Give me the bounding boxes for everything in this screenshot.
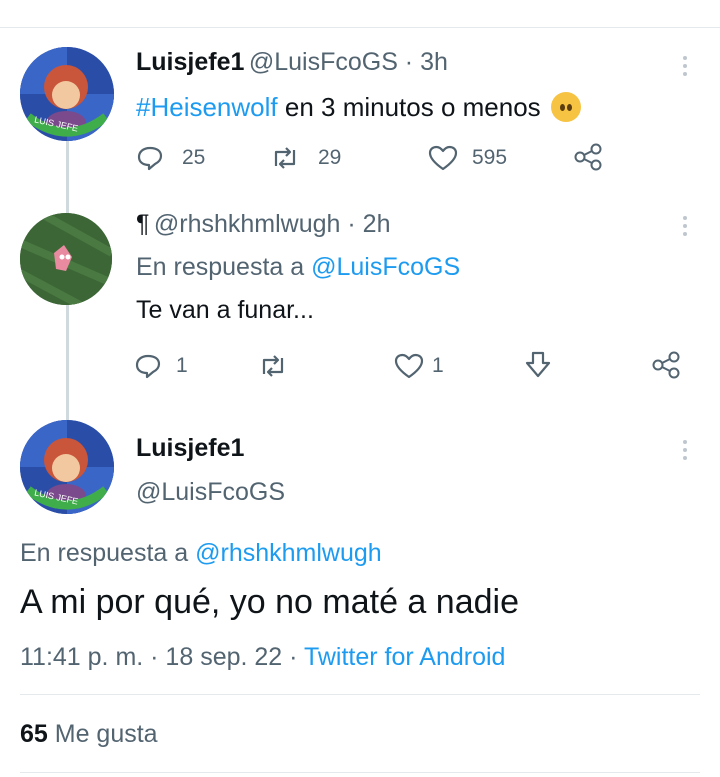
like-icon[interactable] (428, 144, 458, 172)
retweet-icon[interactable] (258, 352, 288, 380)
avatar[interactable] (20, 213, 112, 305)
handle-time[interactable]: @LuisFcoGS · 3h (249, 48, 448, 76)
tweet-text: Te van a funar... (136, 296, 314, 324)
reply-icon[interactable] (136, 144, 164, 172)
replying-to: En respuesta a @LuisFcoGS (136, 253, 461, 281)
like-count: 1 (432, 354, 444, 377)
avatar[interactable]: LUIS JEFE (20, 420, 114, 514)
avatar[interactable]: LUIS JEFE (20, 47, 114, 141)
handle-time[interactable]: @rhshkhmlwugh · 2h (154, 210, 391, 238)
timestamp-line: 11:41 p. m. · 18 sep. 22 · Twitter for A… (20, 643, 505, 672)
reply-icon[interactable] (134, 352, 162, 380)
more-options-icon[interactable] (682, 440, 688, 464)
thread-line (66, 138, 69, 216)
worried-face-icon (550, 92, 581, 123)
reply-count: 1 (176, 354, 188, 377)
divider (20, 772, 700, 773)
likes-label: Me gusta (47, 720, 158, 748)
replying-to-link[interactable]: @rhshkhmlwugh (195, 539, 382, 567)
thread-line (66, 302, 69, 420)
like-icon[interactable] (394, 352, 424, 380)
display-name[interactable]: Luisjefe1 (136, 48, 244, 76)
retweet-count: 29 (318, 146, 342, 169)
main-tweet-text: A mi por qué, yo no maté a nadie (20, 583, 519, 621)
avatar-image (20, 213, 112, 305)
tweet-header: ¶ @rhshkhmlwugh · 2h (136, 210, 390, 239)
replying-to-link[interactable]: @LuisFcoGS (311, 253, 460, 281)
tweet-header: Luisjefe1 @LuisFcoGS · 3h (136, 48, 448, 77)
share-icon[interactable] (572, 142, 604, 172)
likes-summary[interactable]: 65 Me gusta (20, 720, 158, 749)
replying-to: En respuesta a @rhshkhmlwugh (20, 539, 382, 567)
handle[interactable]: @LuisFcoGS (136, 478, 285, 507)
source-link[interactable]: Twitter for Android (304, 643, 505, 671)
divider (20, 694, 700, 695)
tweet-text: #Heisenwolf en 3 minutos o menos (136, 92, 581, 124)
reply-count: 25 (182, 146, 206, 169)
top-divider (0, 27, 720, 28)
display-name[interactable]: ¶ (136, 210, 149, 238)
share-icon[interactable] (650, 350, 682, 380)
more-options-icon[interactable] (682, 56, 688, 80)
more-options-icon[interactable] (682, 216, 688, 240)
timestamp[interactable]: 11:41 p. m. · 18 sep. 22 · (20, 643, 304, 671)
downvote-icon[interactable] (524, 350, 552, 380)
like-count: 595 (472, 146, 508, 169)
likes-count: 65 (20, 720, 48, 748)
display-name[interactable]: Luisjefe1 (136, 434, 244, 463)
hashtag-link[interactable]: #Heisenwolf (136, 92, 278, 122)
retweet-icon[interactable] (270, 144, 300, 172)
